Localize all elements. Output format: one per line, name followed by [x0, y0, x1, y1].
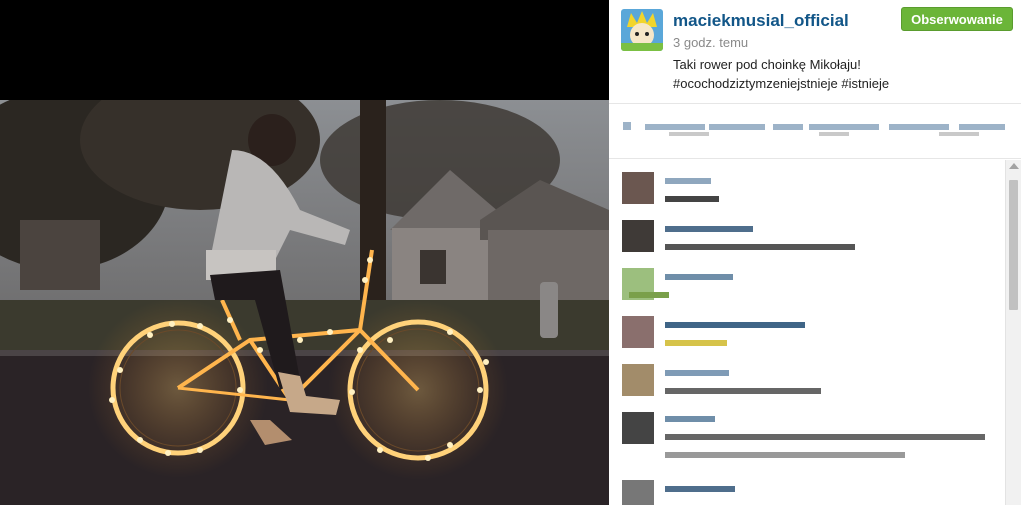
- comment-author[interactable]: [665, 486, 735, 492]
- comment-text: [665, 244, 855, 250]
- post-header: maciekmusial_official Obserwowanie 3 god…: [609, 0, 1021, 104]
- comment-text: [665, 340, 727, 346]
- scroll-thumb[interactable]: [1009, 180, 1018, 310]
- avatar-icon: [621, 9, 663, 51]
- comment-text: [629, 292, 669, 298]
- comment-text: [665, 388, 821, 394]
- comment-author[interactable]: [665, 178, 711, 184]
- post-caption: Taki rower pod choinkę Mikołaju! #ococho…: [673, 55, 1003, 93]
- comment-item: [609, 268, 1005, 316]
- comment-text-line2: [665, 452, 905, 458]
- username-link[interactable]: maciekmusial_official: [673, 11, 849, 31]
- scroll-up-arrow-icon[interactable]: [1009, 163, 1019, 169]
- comments-scrollbar[interactable]: [1005, 160, 1021, 505]
- commenter-avatar[interactable]: [622, 220, 654, 252]
- comment-item: [609, 412, 1005, 474]
- commenter-avatar[interactable]: [622, 480, 654, 505]
- commenter-avatar[interactable]: [622, 364, 654, 396]
- post-photo[interactable]: [0, 100, 609, 505]
- comment-author[interactable]: [665, 370, 729, 376]
- post-side-panel: maciekmusial_official Obserwowanie 3 god…: [609, 0, 1021, 505]
- likes-row-pixelated: [609, 104, 1021, 159]
- comment-author[interactable]: [665, 416, 715, 422]
- comment-author[interactable]: [665, 274, 733, 280]
- comment-item: [609, 172, 1005, 220]
- pixelated-likes: [623, 122, 1005, 136]
- commenter-avatar[interactable]: [622, 172, 654, 204]
- comments-list: [609, 160, 1005, 505]
- bike-lights-photo: [0, 100, 609, 505]
- comment-item: [609, 480, 1005, 505]
- caption-hashtags[interactable]: #ocochodziztymzeniejstnieje #istnieje: [673, 74, 1003, 93]
- photo-pane: [0, 0, 609, 505]
- follow-button[interactable]: Obserwowanie: [901, 7, 1013, 31]
- commenter-avatar[interactable]: [622, 316, 654, 348]
- comment-text: [665, 196, 719, 202]
- comment-text: [665, 434, 985, 440]
- commenter-avatar[interactable]: [622, 412, 654, 444]
- comment-item: [609, 316, 1005, 364]
- caption-text: Taki rower pod choinkę Mikołaju!: [673, 57, 861, 72]
- comment-author[interactable]: [665, 322, 805, 328]
- comment-item: [609, 364, 1005, 412]
- post-time[interactable]: 3 godz. temu: [673, 35, 748, 50]
- comment-author[interactable]: [665, 226, 753, 232]
- comment-item: [609, 220, 1005, 268]
- user-avatar[interactable]: [621, 9, 663, 51]
